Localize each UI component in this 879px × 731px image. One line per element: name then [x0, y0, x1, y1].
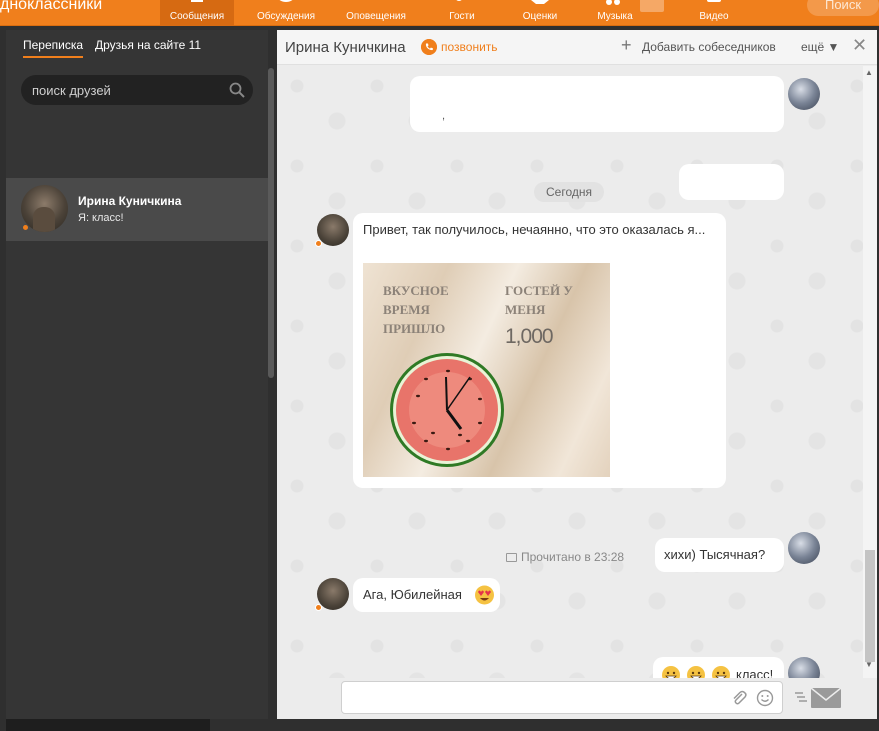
top-search-button[interactable]: Поиск [807, 0, 879, 16]
bell-icon [366, 0, 386, 6]
contact-last-message: Я: класс! [78, 212, 124, 224]
nav-guests[interactable]: Гости [425, 0, 499, 26]
app-window: дноклассники Сообщения Обсуждения Оповещ… [0, 0, 879, 731]
message-text: класс! [736, 667, 774, 678]
message-text: Привет, так получилось, нечаянно, что эт… [363, 222, 706, 237]
search-icon[interactable] [229, 82, 245, 98]
grinning-emoji-icon [687, 666, 705, 678]
date-divider: Сегодня [534, 182, 604, 202]
nav-ratings[interactable]: Оценки [503, 0, 577, 26]
my-avatar [788, 657, 820, 678]
scroll-down-arrow-icon[interactable]: ▼ [865, 660, 873, 669]
smiley-icon[interactable] [756, 689, 774, 707]
add-participant-icon[interactable]: + [621, 35, 632, 56]
discussions-icon [279, 0, 293, 2]
nav-music-label: Музыка [597, 11, 633, 22]
nav-discussions[interactable]: Обсуждения [249, 0, 323, 26]
chat-title[interactable]: Ирина Куничкина [285, 39, 406, 56]
send-envelope-icon[interactable] [795, 687, 843, 709]
ratings-icon [531, 0, 549, 4]
close-icon[interactable]: ✕ [852, 35, 867, 56]
friend-search-box [21, 75, 253, 105]
incoming-message-bubble: Ага, Юбилейная [353, 578, 500, 612]
music-play-tile [640, 0, 664, 12]
envelope-open-icon [506, 553, 517, 563]
outgoing-message-bubble: , [410, 76, 784, 132]
nav-music[interactable]: Музыка [578, 0, 664, 26]
outgoing-message-bubble: хихи) Тысячная? [655, 538, 784, 572]
sidebar-footer [6, 719, 210, 731]
nav-video[interactable]: Видео [677, 0, 751, 26]
guests-icon [456, 0, 462, 1]
conversations-panel: Переписка Друзья на сайте 11 Ирина Кунич… [6, 30, 268, 719]
nav-discussions-label: Обсуждения [256, 11, 316, 22]
nav-guests-label: Гости [449, 11, 475, 22]
watermelon-clock-icon [390, 353, 504, 467]
online-status-dot [315, 604, 322, 611]
incoming-message-bubble: Привет, так получилось, нечаянно, что эт… [353, 213, 726, 488]
online-status-dot [22, 224, 29, 231]
conversation-list-item[interactable]: Ирина Куничкина Я: класс! [6, 178, 268, 241]
contact-avatar[interactable] [317, 214, 349, 246]
nav-messages[interactable]: Сообщения [160, 0, 234, 26]
site-logo[interactable]: дноклассники [0, 0, 102, 14]
sidebar-scrollbar[interactable] [268, 68, 274, 378]
outgoing-message-bubble [679, 164, 784, 200]
message-composer [341, 681, 783, 714]
nav-notifications-label: Оповещения [346, 11, 406, 22]
chat-scrollbar-thumb[interactable] [865, 550, 875, 662]
my-avatar [788, 78, 820, 110]
read-receipt: Прочитано в 23:28 [506, 550, 624, 564]
message-text: Ага, Юбилейная [363, 587, 462, 602]
messages-icon [191, 0, 203, 2]
message-input[interactable] [348, 682, 718, 713]
add-participants-link[interactable]: Добавить собеседников [642, 40, 776, 54]
online-status-dot [315, 240, 322, 247]
message-list: , Сегодня Привет, так получилось, нечаян… [277, 66, 863, 678]
tab-conversations[interactable]: Переписка [23, 38, 84, 58]
grinning-emoji-icon [712, 666, 730, 678]
attached-image[interactable]: ВКУСНОЕ ВРЕМЯ ПРИШЛО ГОСТЕЙ У МЕНЯ 1,000 [363, 263, 610, 477]
nav-video-label: Видео [699, 11, 729, 22]
nav-ratings-label: Оценки [522, 11, 558, 22]
call-link[interactable]: позвонить [441, 40, 498, 54]
bubble-fragment: , [442, 110, 446, 122]
chat-header: Ирина Куничкина позвонить + Добавить соб… [277, 30, 877, 65]
read-receipt-text: Прочитано в 23:28 [521, 550, 625, 564]
message-text: хихи) Тысячная? [664, 547, 766, 562]
image-guest-count: 1,000 [505, 325, 554, 348]
top-navigation-bar: дноклассники Сообщения Обсуждения Оповещ… [0, 0, 879, 26]
phone-icon[interactable] [421, 39, 437, 55]
paperclip-icon[interactable] [730, 689, 748, 707]
contact-avatar[interactable] [317, 578, 349, 610]
sidebar-tabs: Переписка Друзья на сайте 11 [6, 30, 268, 64]
nav-notifications[interactable]: Оповещения [339, 0, 413, 26]
contact-name: Ирина Куничкина [78, 194, 182, 208]
my-avatar [788, 532, 820, 564]
grinning-emoji-icon [662, 666, 680, 678]
chat-panel: Ирина Куничкина позвонить + Добавить соб… [277, 30, 877, 719]
tab-friends-online[interactable]: Друзья на сайте 11 [95, 38, 201, 52]
music-icon [606, 0, 620, 5]
heart-eyes-emoji-icon [475, 585, 494, 605]
image-caption-right: ГОСТЕЙ У МЕНЯ [505, 283, 573, 317]
image-caption-left: ВКУСНОЕ ВРЕМЯ ПРИШЛО [383, 283, 449, 336]
nav-messages-label: Сообщения [169, 11, 225, 22]
video-icon [707, 0, 721, 2]
more-menu[interactable]: ещё ▼ [801, 40, 839, 54]
outgoing-message-bubble: класс! [653, 657, 784, 678]
friend-search-input[interactable] [32, 75, 222, 105]
scroll-up-arrow-icon[interactable]: ▲ [865, 68, 873, 77]
